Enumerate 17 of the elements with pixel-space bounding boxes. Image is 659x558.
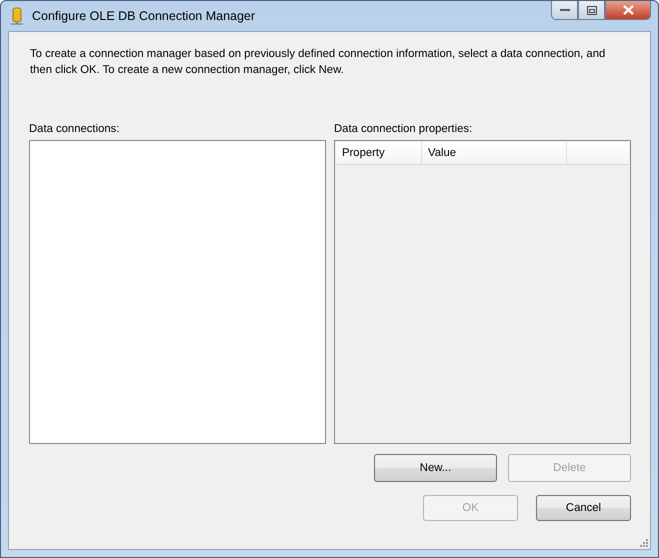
window-title: Configure OLE DB Connection Manager <box>32 9 256 23</box>
cylinder-icon <box>10 7 24 25</box>
resize-grip-icon <box>640 539 648 547</box>
maximize-button[interactable] <box>578 1 605 20</box>
column-header[interactable]: Property <box>336 142 422 164</box>
maximize-icon <box>586 6 596 14</box>
new-button[interactable]: New... <box>374 454 497 482</box>
column-header[interactable]: Value <box>422 142 567 164</box>
minimize-button[interactable] <box>551 1 578 20</box>
properties-label: Data connection properties: <box>334 122 474 137</box>
close-icon <box>622 5 634 15</box>
close-button[interactable] <box>605 1 651 20</box>
data-connections-label: Data connections: <box>29 122 120 137</box>
properties-grid[interactable]: Property Value <box>334 140 631 444</box>
instructions-text: To create a connection manager based on previously defined connection information, select a data connection, and then click OK. To create a new connection manager, click New. <box>30 47 606 78</box>
cancel-button[interactable]: Cancel <box>536 495 631 521</box>
minimize-icon <box>560 8 570 12</box>
